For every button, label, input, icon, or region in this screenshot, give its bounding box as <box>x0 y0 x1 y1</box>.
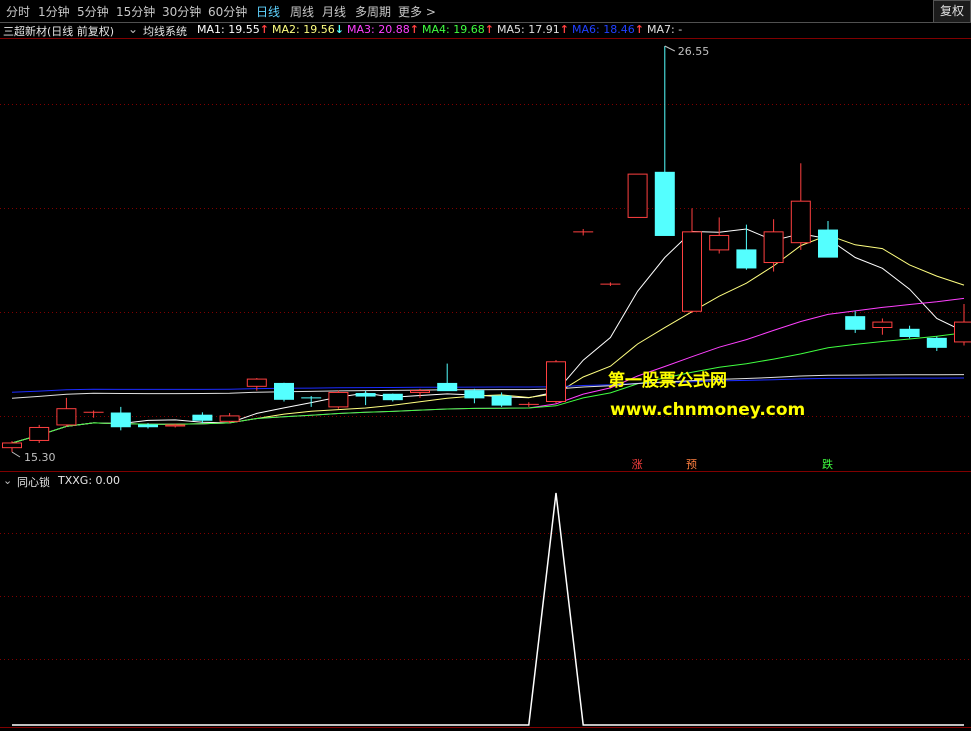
candle-body <box>899 328 920 338</box>
candle-body <box>56 408 77 426</box>
candle-body <box>355 393 376 397</box>
candle <box>709 217 730 254</box>
candle <box>790 163 811 250</box>
candle-body <box>110 412 131 428</box>
signal-label: 涨 <box>632 458 643 471</box>
candle-body <box>654 171 675 236</box>
candle <box>546 359 566 404</box>
kline-chart[interactable]: 26.55 15.30 涨 预 跌 <box>0 0 971 731</box>
candle <box>274 382 294 402</box>
candle-body <box>546 361 566 402</box>
ma-lines <box>11 228 965 444</box>
candle <box>410 388 430 398</box>
candle <box>56 397 77 427</box>
ma-line-1 <box>11 228 965 444</box>
signals: 涨预跌 <box>632 457 833 471</box>
candle <box>328 390 349 409</box>
signal-label: 预 <box>686 458 697 471</box>
candle <box>600 282 621 286</box>
candle-body <box>709 234 730 251</box>
candle-body <box>736 249 757 269</box>
ma-line-3 <box>11 297 965 444</box>
ma-line-6 <box>11 377 965 393</box>
sub-indicator-name[interactable]: 同心锁 <box>17 474 50 490</box>
candle-body <box>682 231 702 312</box>
candle-body <box>138 424 158 428</box>
candle-body <box>165 424 186 427</box>
candle-body <box>2 442 22 449</box>
candle <box>763 219 784 272</box>
high-pointer <box>664 45 676 52</box>
candle-body <box>410 390 430 393</box>
candle <box>818 221 838 258</box>
high-label: 26.55 <box>678 45 710 58</box>
candle-body <box>926 337 947 348</box>
candle <box>926 336 947 351</box>
candle-body <box>192 414 213 421</box>
candle <box>954 304 971 346</box>
chevron-down-icon[interactable]: ⌄ <box>3 474 12 487</box>
candle <box>872 318 893 335</box>
candle-body <box>274 382 294 400</box>
txxg-value: TXXG: 0.00 <box>58 474 121 487</box>
txxg-line <box>12 492 964 726</box>
candle-body <box>491 395 512 406</box>
candle-body <box>437 382 458 392</box>
candle-body <box>627 173 648 218</box>
candle-body <box>872 321 893 328</box>
candle <box>899 325 920 339</box>
candle-body <box>818 229 838 258</box>
candle <box>491 392 512 407</box>
candle <box>464 388 485 404</box>
candle <box>219 413 240 424</box>
candle-body <box>246 378 267 387</box>
candle <box>845 311 866 333</box>
watermark-title: 第一股票公式网 <box>608 371 727 391</box>
candle-body <box>763 231 784 264</box>
candle <box>382 393 403 402</box>
low-label: 15.30 <box>24 451 56 464</box>
candle <box>573 228 594 236</box>
candle-body <box>219 415 240 422</box>
candle-body <box>464 390 485 399</box>
candle-body <box>29 426 50 441</box>
ma-line-2 <box>11 234 965 444</box>
signal-label: 跌 <box>822 457 833 471</box>
watermark-url: www.chnmoney.com <box>610 400 806 420</box>
candle <box>355 390 376 406</box>
txxg-line-path <box>12 492 964 726</box>
low-pointer <box>11 451 21 458</box>
candle <box>518 402 539 407</box>
price-labels: 26.55 15.30 <box>11 45 710 464</box>
candle <box>654 46 675 236</box>
candle <box>437 363 458 392</box>
candle-body <box>328 391 349 408</box>
candle <box>29 424 50 443</box>
candle <box>110 406 131 431</box>
candle-body <box>790 200 811 244</box>
candle-body <box>382 393 403 401</box>
candles <box>2 46 971 452</box>
candle <box>2 441 22 452</box>
candle-body <box>845 316 866 330</box>
candle-body <box>954 321 971 343</box>
candle <box>627 173 648 218</box>
candle <box>682 208 702 314</box>
